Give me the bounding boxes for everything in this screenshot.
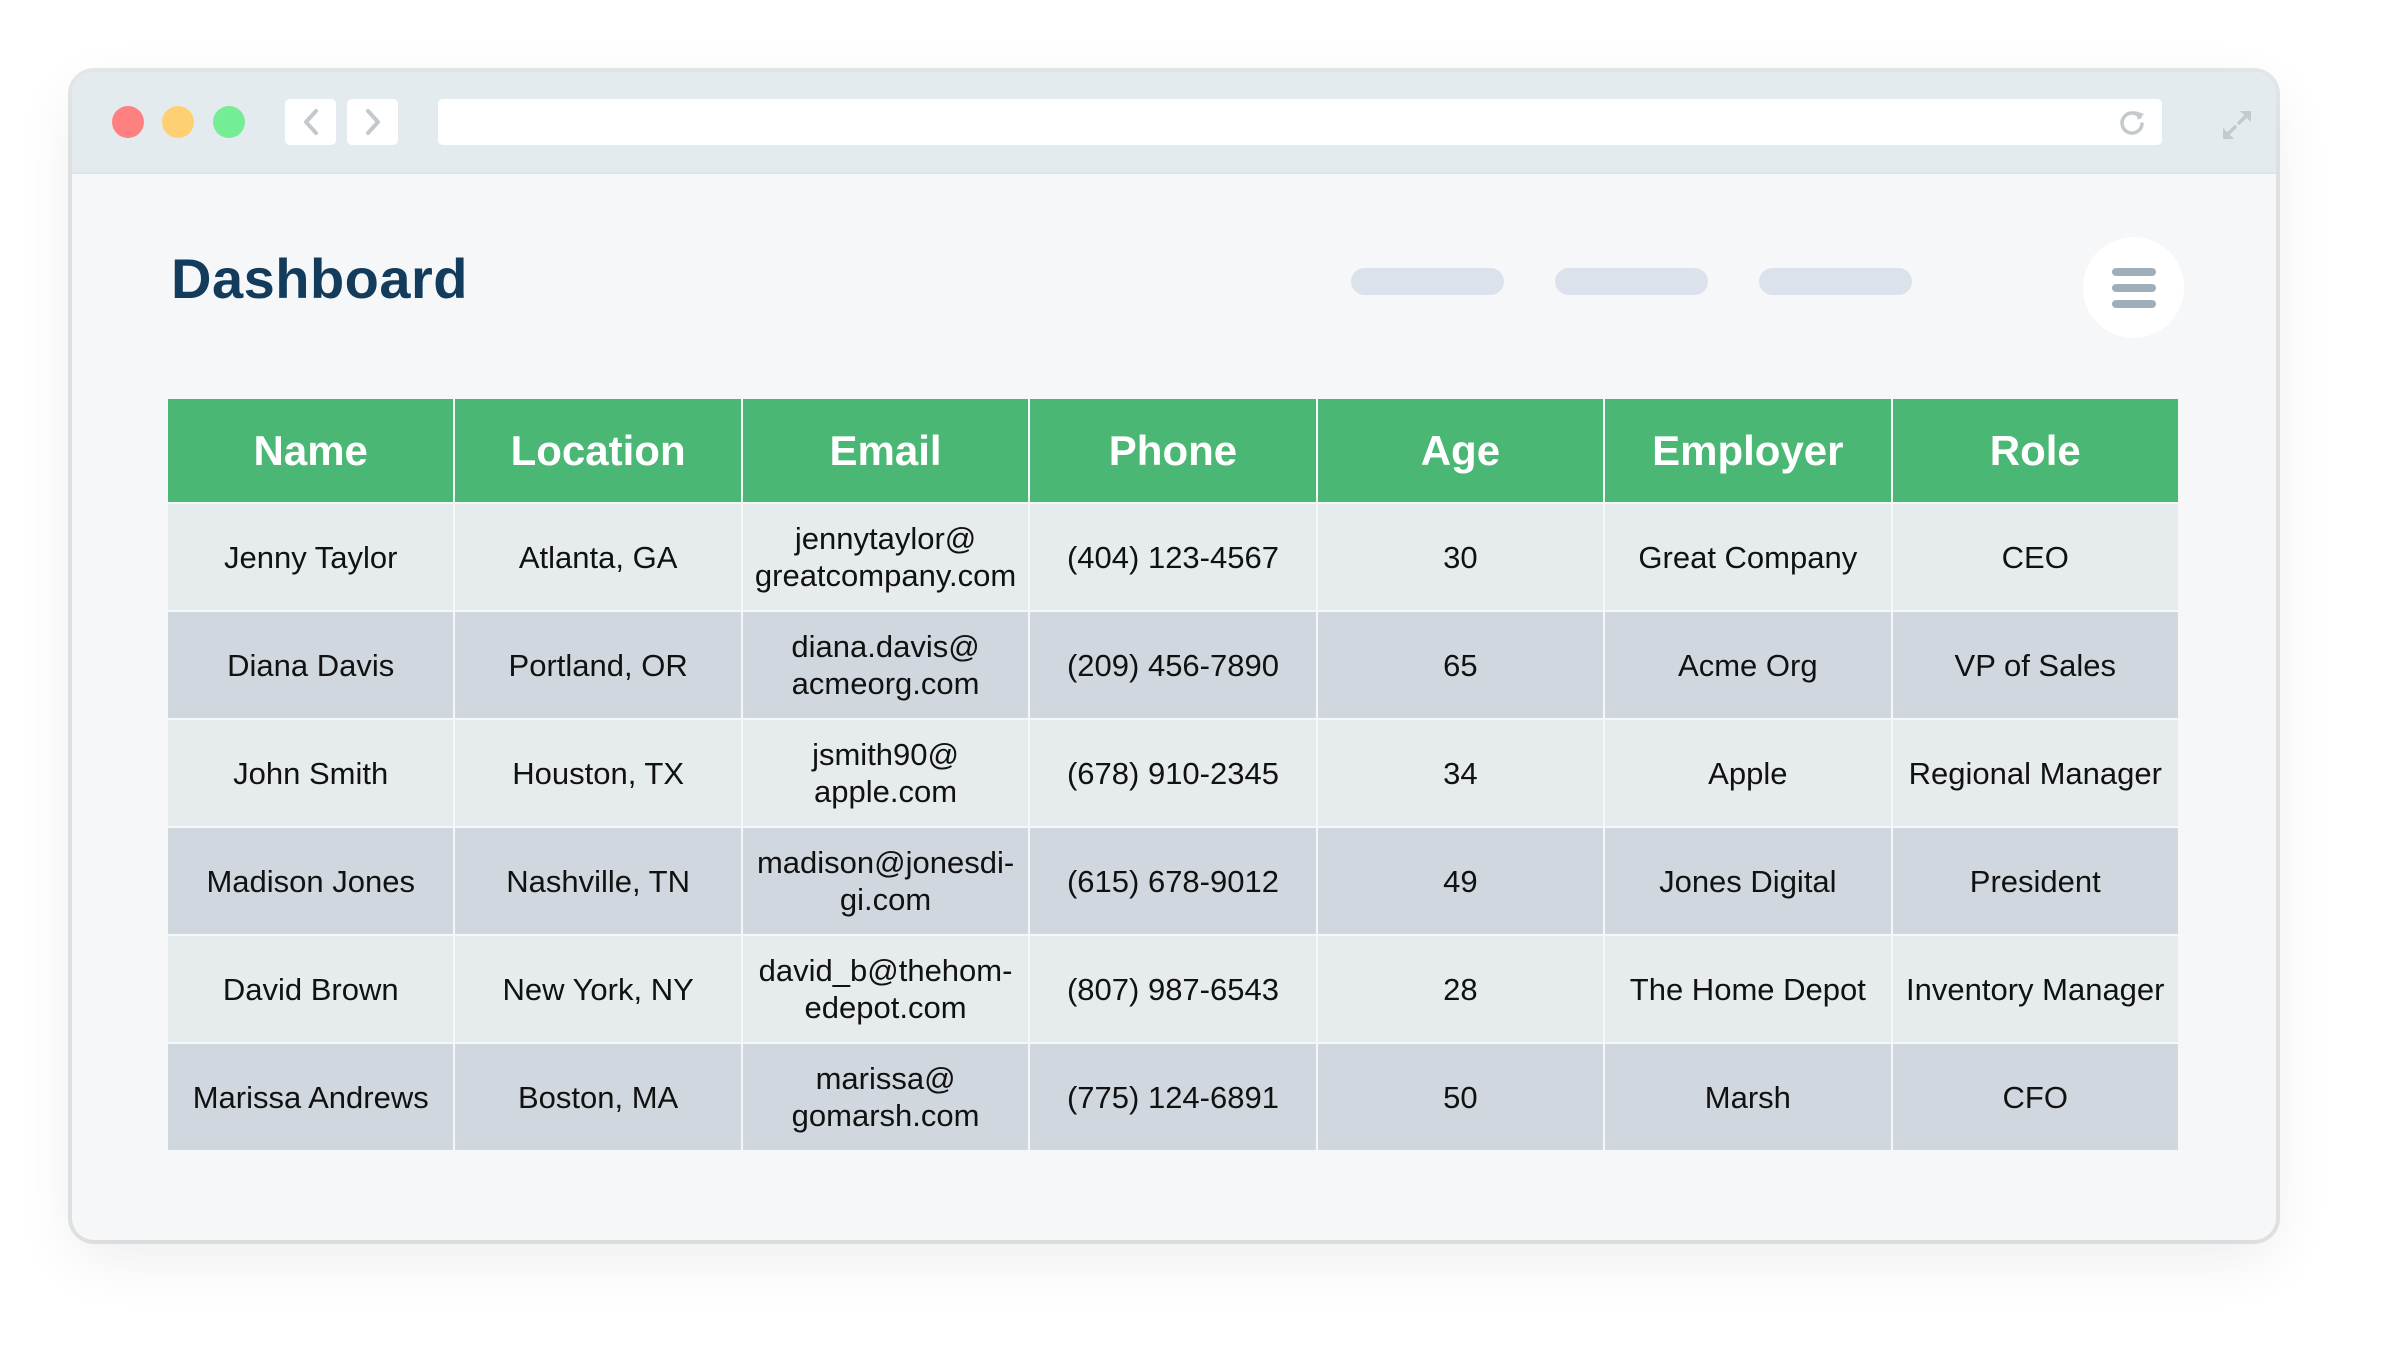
table-row[interactable]: John Smith Houston, TX jsmith90@ apple.c… xyxy=(168,720,2178,826)
table-row[interactable]: Jenny Taylor Atlanta, GA jennytaylor@ gr… xyxy=(168,504,2178,610)
table-row[interactable]: David Brown New York, NY david_b@thehom-… xyxy=(168,936,2178,1042)
nav-link-placeholder-3[interactable] xyxy=(1759,268,1912,295)
cell-phone: (615) 678-9012 xyxy=(1030,828,1316,934)
table-row[interactable]: Marissa Andrews Boston, MA marissa@ goma… xyxy=(168,1044,2178,1150)
table-header-row: Name Location Email Phone Age Employer R… xyxy=(168,399,2178,502)
cell-phone: (775) 124-6891 xyxy=(1030,1044,1316,1150)
browser-toolbar xyxy=(72,72,2276,174)
cell-phone: (807) 987-6543 xyxy=(1030,936,1316,1042)
nav-link-placeholder-2[interactable] xyxy=(1555,268,1708,295)
cell-location: Houston, TX xyxy=(455,720,741,826)
reload-icon[interactable] xyxy=(2118,108,2146,136)
column-header-phone[interactable]: Phone xyxy=(1030,399,1316,502)
page-title: Dashboard xyxy=(171,247,468,310)
cell-employer: Great Company xyxy=(1605,504,1891,610)
cell-name: Madison Jones xyxy=(168,828,454,934)
cell-name: Marissa Andrews xyxy=(168,1044,454,1150)
cell-location: Nashville, TN xyxy=(455,828,741,934)
cell-age: 34 xyxy=(1317,720,1604,826)
cell-role: Regional Manager xyxy=(1892,720,2178,826)
hamburger-menu-icon-line xyxy=(2111,299,2156,308)
cell-age: 50 xyxy=(1317,1044,1604,1150)
cell-email: marissa@ gomarsh.com xyxy=(742,1044,1029,1150)
cell-role: President xyxy=(1892,828,2178,934)
cell-role: CEO xyxy=(1892,504,2178,610)
cell-employer: The Home Depot xyxy=(1605,936,1891,1042)
table-row[interactable]: Diana Davis Portland, OR diana.davis@ ac… xyxy=(168,612,2178,718)
cell-phone: (404) 123-4567 xyxy=(1030,504,1316,610)
cell-name: John Smith xyxy=(168,720,454,826)
cell-phone: (678) 910-2345 xyxy=(1030,720,1316,826)
cell-name: David Brown xyxy=(168,936,454,1042)
cell-name: Diana Davis xyxy=(168,612,454,718)
browser-window: Dashboard Name Location Email Phone Age … xyxy=(72,72,2276,1240)
forward-button[interactable] xyxy=(347,99,398,145)
hamburger-menu-icon-line xyxy=(2111,267,2156,276)
cell-location: Portland, OR xyxy=(455,612,741,718)
maximize-window-button[interactable] xyxy=(213,106,245,138)
cell-phone: (209) 456-7890 xyxy=(1030,612,1316,718)
cell-email: madison@jonesdi- gi.com xyxy=(742,828,1029,934)
expand-icon[interactable] xyxy=(2220,108,2254,142)
cell-employer: Marsh xyxy=(1605,1044,1891,1150)
column-header-role[interactable]: Role xyxy=(1892,399,2178,502)
cell-age: 65 xyxy=(1317,612,1604,718)
cell-employer: Acme Org xyxy=(1605,612,1891,718)
cell-age: 28 xyxy=(1317,936,1604,1042)
cell-age: 49 xyxy=(1317,828,1604,934)
cell-role: CFO xyxy=(1892,1044,2178,1150)
cell-location: Atlanta, GA xyxy=(455,504,741,610)
column-header-email[interactable]: Email xyxy=(742,399,1029,502)
hamburger-menu-icon-line xyxy=(2111,283,2156,292)
table-row[interactable]: Madison Jones Nashville, TN madison@jone… xyxy=(168,828,2178,934)
cell-employer: Apple xyxy=(1605,720,1891,826)
cell-email: jsmith90@ apple.com xyxy=(742,720,1029,826)
column-header-location[interactable]: Location xyxy=(455,399,741,502)
chevron-right-icon xyxy=(365,109,380,135)
address-bar[interactable] xyxy=(438,99,2162,145)
contacts-table: Name Location Email Phone Age Employer R… xyxy=(166,397,2180,1152)
cell-age: 30 xyxy=(1317,504,1604,610)
minimize-window-button[interactable] xyxy=(162,106,194,138)
cell-role: VP of Sales xyxy=(1892,612,2178,718)
hamburger-menu-button[interactable] xyxy=(2083,237,2184,338)
column-header-employer[interactable]: Employer xyxy=(1605,399,1891,502)
close-window-button[interactable] xyxy=(112,106,144,138)
cell-email: jennytaylor@ greatcompany.com xyxy=(742,504,1029,610)
cell-role: Inventory Manager xyxy=(1892,936,2178,1042)
cell-name: Jenny Taylor xyxy=(168,504,454,610)
nav-link-placeholder-1[interactable] xyxy=(1351,268,1504,295)
cell-location: New York, NY xyxy=(455,936,741,1042)
column-header-name[interactable]: Name xyxy=(168,399,454,502)
cell-employer: Jones Digital xyxy=(1605,828,1891,934)
cell-email: diana.davis@ acmeorg.com xyxy=(742,612,1029,718)
cell-email: david_b@thehom- edepot.com xyxy=(742,936,1029,1042)
column-header-age[interactable]: Age xyxy=(1317,399,1604,502)
back-button[interactable] xyxy=(285,99,336,145)
cell-location: Boston, MA xyxy=(455,1044,741,1150)
chevron-left-icon xyxy=(303,109,318,135)
